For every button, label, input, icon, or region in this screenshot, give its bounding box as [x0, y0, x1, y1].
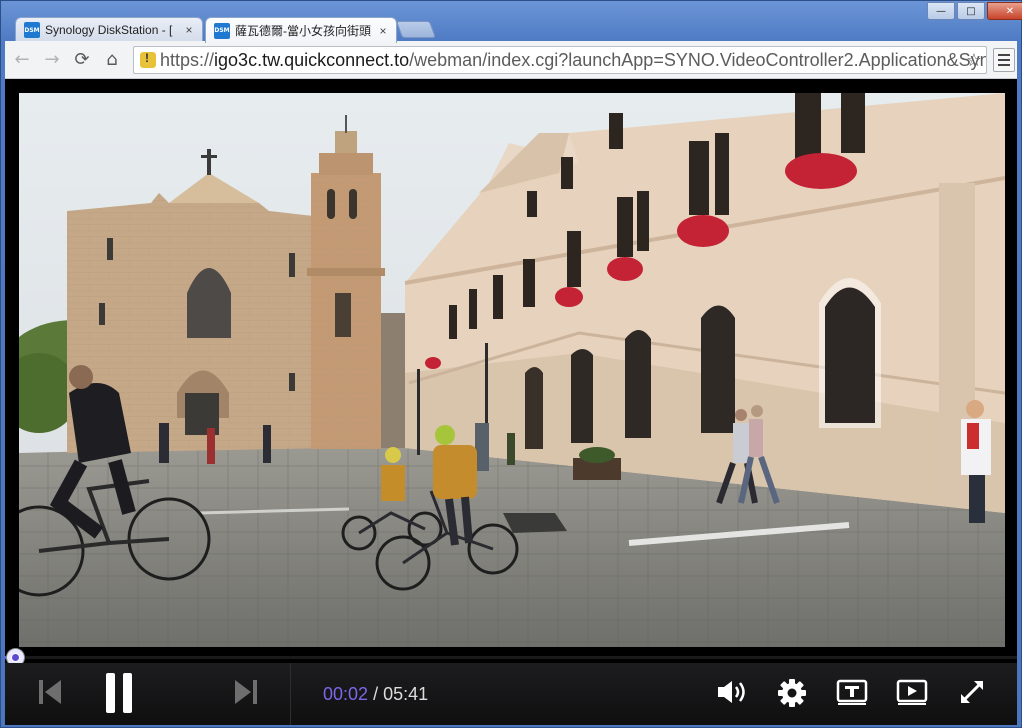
next-icon [235, 680, 257, 704]
player-controls: 00:02 / 05:41 [5, 663, 1017, 725]
previous-icon [39, 680, 61, 704]
window-controls: — □ ✕ [925, 2, 1022, 20]
minimize-button[interactable]: — [927, 2, 955, 20]
tab-video-player[interactable]: DSM 薩瓦德爾-當小女孩向街頭 × [205, 17, 397, 43]
previous-button[interactable] [35, 677, 65, 707]
url-scheme: https:// [160, 49, 215, 70]
volume-button[interactable] [715, 677, 749, 707]
fullscreen-icon [961, 681, 983, 703]
dsm-favicon-icon: DSM [24, 22, 40, 38]
subtitle-button[interactable] [835, 677, 869, 707]
video-player: 00:02 / 05:41 [5, 79, 1017, 725]
current-time: 00:02 [323, 684, 369, 704]
video-frame-image [19, 93, 1005, 647]
video-frame[interactable] [19, 93, 1005, 647]
reload-button[interactable]: ⟳ [67, 45, 97, 75]
maximize-button[interactable]: □ [957, 2, 985, 20]
back-button[interactable]: ← [7, 45, 37, 75]
fullscreen-button[interactable] [957, 677, 987, 707]
tab-strip: DSM Synology DiskStation - [ × DSM 薩瓦德爾-… [1, 1, 1022, 43]
tab-title: 薩瓦德爾-當小女孩向街頭 [235, 24, 371, 38]
next-button[interactable] [231, 677, 261, 707]
url-text: https://igo3c.tw.quickconnect.to/webman/… [160, 49, 987, 71]
volume-icon [718, 681, 745, 703]
browser-menu-button[interactable] [993, 48, 1015, 72]
bookmark-star-icon[interactable]: ☆ [966, 50, 982, 71]
browser-toolbar: ← → ⟳ ⌂ https://igo3c.tw.quickconnect.to… [5, 41, 1017, 79]
time-display: 00:02 / 05:41 [323, 684, 428, 705]
seek-track[interactable] [5, 656, 1017, 659]
browser-window: DSM Synology DiskStation - [ × DSM 薩瓦德爾-… [0, 0, 1022, 728]
settings-icon [778, 679, 806, 707]
home-button[interactable]: ⌂ [97, 45, 127, 75]
tab-title: Synology DiskStation - [ [45, 23, 173, 37]
forward-button[interactable]: → [37, 45, 67, 75]
play-to-device-icon [896, 679, 928, 705]
pause-button[interactable] [101, 672, 137, 714]
dsm-favicon-icon: DSM [214, 22, 230, 39]
url-host: igo3c.tw.quickconnect.to [214, 49, 410, 70]
security-warning-icon[interactable] [140, 51, 156, 68]
tab-close-icon[interactable]: × [376, 24, 390, 38]
time-separator: / [373, 684, 379, 704]
tab-synology-diskstation[interactable]: DSM Synology DiskStation - [ × [15, 17, 203, 42]
url-path: /webman/index.cgi?launchApp=SYNO.VideoCo… [409, 49, 987, 70]
play-to-device-button[interactable] [895, 677, 929, 707]
tab-close-icon[interactable]: × [182, 23, 196, 37]
settings-button[interactable] [776, 677, 808, 709]
total-time: 05:41 [383, 684, 429, 704]
close-window-button[interactable]: ✕ [987, 2, 1022, 20]
address-bar[interactable]: https://igo3c.tw.quickconnect.to/webman/… [133, 46, 987, 74]
pause-icon [106, 673, 132, 713]
seek-bar[interactable] [5, 649, 1017, 666]
controls-divider [290, 663, 291, 725]
subtitle-icon [836, 679, 868, 705]
new-tab-button[interactable] [395, 21, 437, 38]
